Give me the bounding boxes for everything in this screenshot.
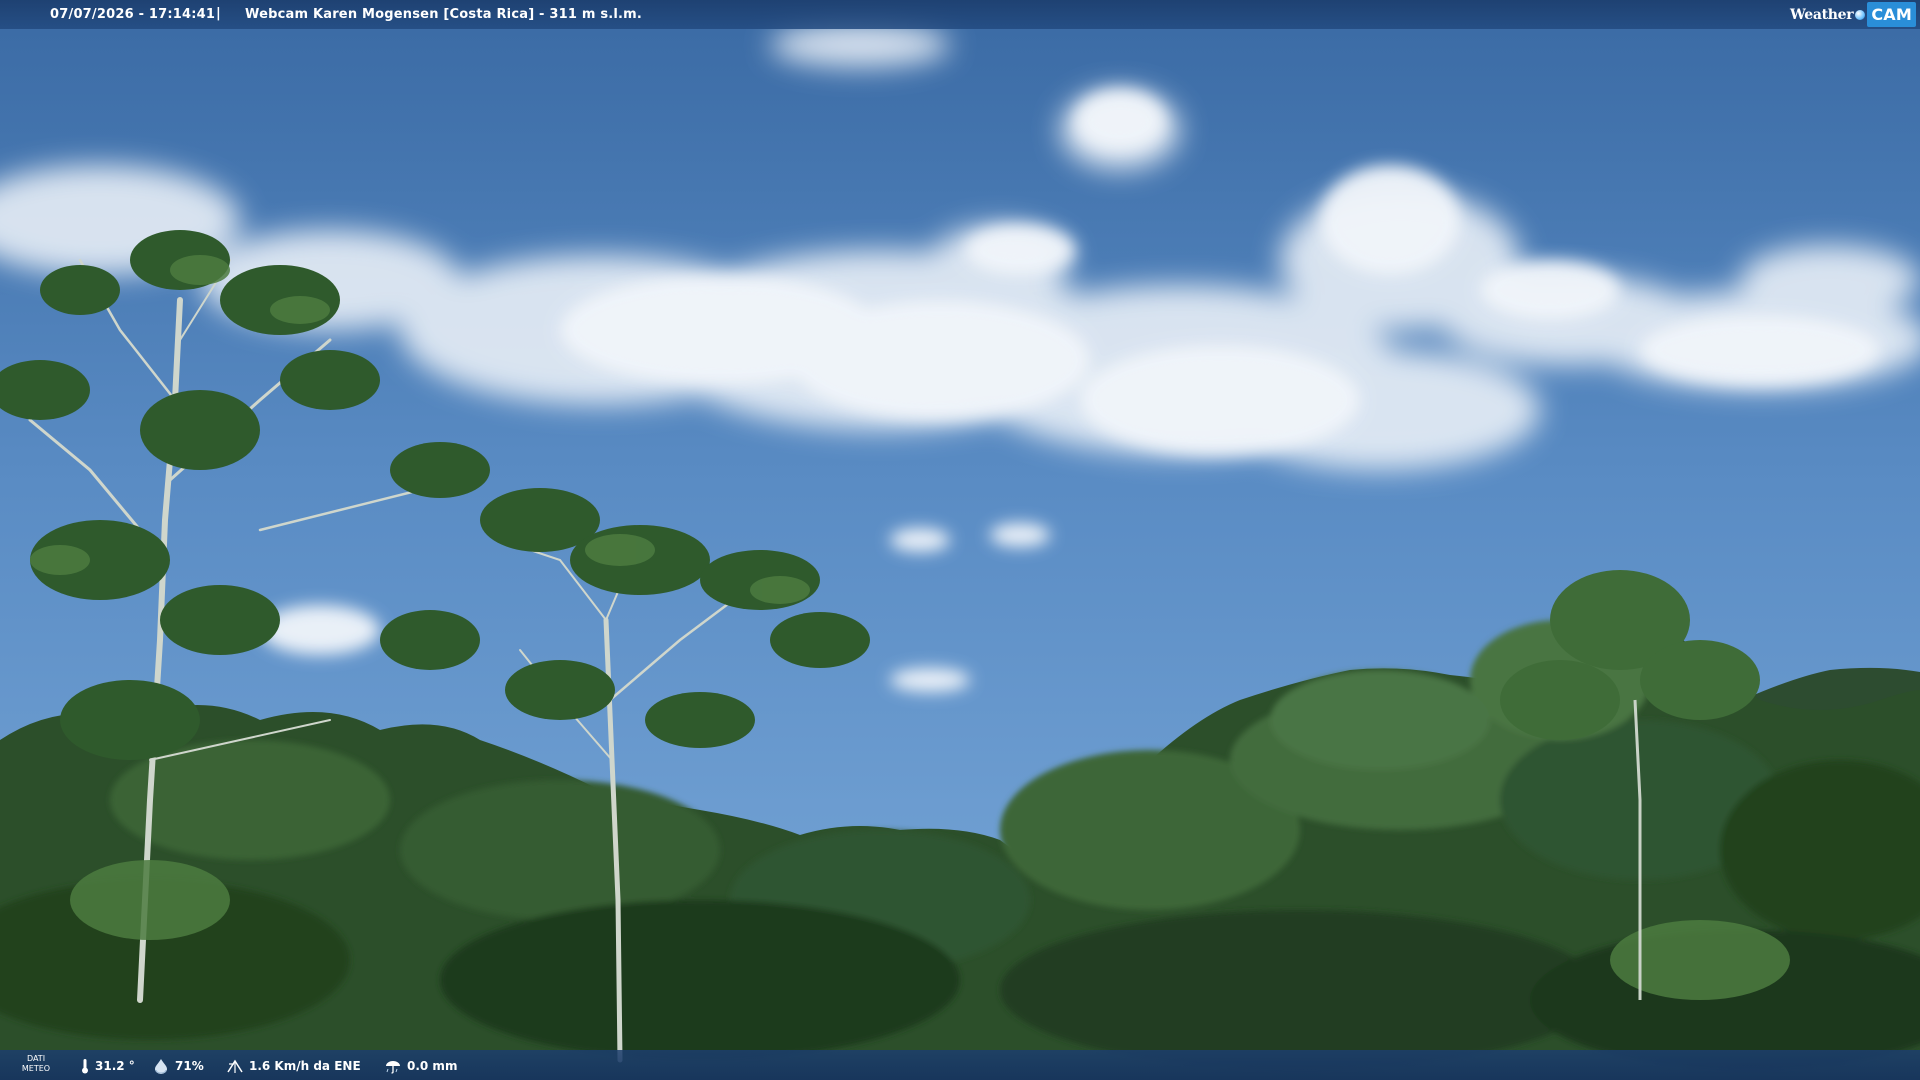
weathercam-logo: Weather CAM [1790,0,1920,29]
header-bar: 07/07/2026 - 17:14:41 | Webcam Karen Mog… [0,0,1920,29]
meteo-label: DATI METEO [20,1054,52,1074]
webcam-image [0,0,1920,1080]
humidity-drop-icon [155,1059,167,1074]
brand-weather-text: Weather [1789,6,1854,23]
humidity-value: 71% [175,1059,204,1073]
header-divider: | [216,6,221,21]
brand-cam-text: CAM [1867,2,1916,27]
wind-reading: 1.6 Km/h da ENE [226,1058,361,1074]
humidity-reading: 71% [152,1058,204,1074]
rain-value: 0.0 mm [407,1059,458,1073]
temperature-reading: 31.2 ° [80,1058,135,1074]
rain-gauge-icon [386,1061,400,1074]
meteo-label-line2: METEO [21,1064,51,1073]
wind-value: 1.6 Km/h da ENE [249,1059,361,1073]
temperature-value: 31.2 ° [95,1059,135,1073]
rain-reading: 0.0 mm [384,1058,457,1074]
timestamp: 07/07/2026 - 17:14:41 [50,7,216,22]
weather-data-bar: DATI METEO 31.2 ° 71% 1.6 Km/h da ENE 0.… [0,1050,1920,1080]
globe-icon [1855,9,1866,20]
webcam-title: Webcam Karen Mogensen [Costa Rica] - 311… [245,7,643,22]
meteo-label-line1: DATI [26,1054,46,1063]
webcam-frame: 07/07/2026 - 17:14:41 | Webcam Karen Mog… [0,0,1920,1080]
thermometer-icon [82,1059,88,1074]
wind-icon [227,1059,243,1073]
